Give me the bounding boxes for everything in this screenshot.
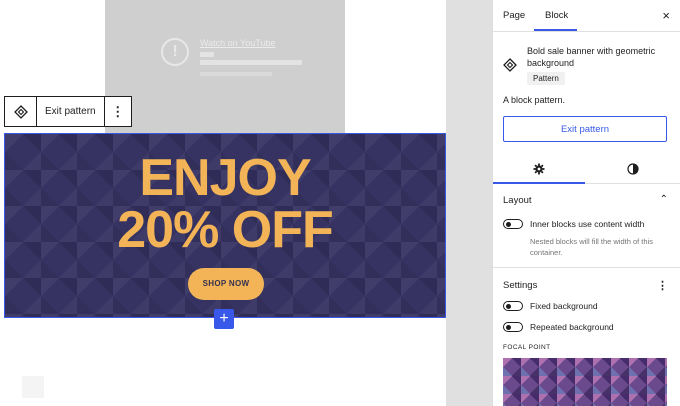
warning-icon: ! (161, 38, 189, 66)
banner-headline: ENJOY (139, 149, 311, 207)
block-toolbar: Exit pattern ⋮ (4, 96, 132, 127)
repeated-background-label: Repeated background (530, 322, 614, 332)
editor-canvas: ! Watch on YouTube Exit pattern ⋮ ENJOY … (0, 0, 492, 406)
panel-divider (493, 267, 680, 268)
exit-pattern-button[interactable]: Exit pattern (37, 97, 105, 126)
content-width-toggle-row: Inner blocks use content width (503, 219, 644, 229)
sale-banner-cover[interactable]: ENJOY 20% OFF SHOP NOW (4, 133, 446, 318)
repeated-background-toggle[interactable] (503, 322, 523, 332)
pattern-icon[interactable] (5, 97, 37, 126)
exit-pattern-button[interactable]: Exit pattern (503, 116, 667, 142)
banner-subheadline: 20% OFF (117, 201, 334, 259)
fixed-background-row: Fixed background (503, 301, 598, 311)
fixed-background-label: Fixed background (530, 301, 598, 311)
video-meta-line (200, 60, 302, 65)
sidebar-tabs: Page Block × (493, 0, 680, 32)
focal-point-picker[interactable] (503, 358, 667, 406)
repeated-background-row: Repeated background (503, 322, 614, 332)
pattern-badge: Pattern (527, 72, 565, 85)
canvas-gutter (446, 0, 492, 406)
content-width-toggle[interactable] (503, 219, 523, 229)
pattern-icon (503, 58, 519, 72)
more-vertical-icon[interactable]: ⋮ (105, 97, 131, 126)
block-description: A block pattern. (503, 95, 566, 105)
video-embed[interactable]: ! Watch on YouTube (105, 0, 345, 134)
content-width-label: Inner blocks use content width (530, 219, 645, 229)
tab-page[interactable]: Page (503, 0, 525, 31)
active-tab-indicator (534, 29, 577, 31)
content-width-help: Nested blocks will fill the width of thi… (530, 237, 653, 257)
layout-panel-heading[interactable]: Layout (503, 195, 532, 206)
gear-icon[interactable] (493, 155, 585, 183)
video-title: Watch on YouTube (200, 38, 276, 48)
video-meta-line (200, 52, 214, 57)
settings-sidebar: Page Block × Bold sale banner with geome… (492, 0, 680, 406)
video-meta-line (200, 72, 272, 76)
settings-panel-heading: Settings (503, 280, 538, 291)
shop-now-button[interactable]: SHOP NOW (188, 268, 264, 300)
settings-style-tabs (493, 155, 680, 184)
close-icon[interactable]: × (662, 0, 670, 31)
fixed-background-toggle[interactable] (503, 301, 523, 311)
contrast-icon[interactable] (587, 155, 679, 183)
more-vertical-icon[interactable]: ⋮ (657, 279, 668, 292)
block-inserter-button[interactable]: + (214, 309, 234, 329)
focal-point-label: FOCAL POINT (503, 344, 551, 351)
block-title: Bold sale banner with geometric backgrou… (527, 46, 656, 68)
tab-block[interactable]: Block (545, 0, 568, 31)
chevron-up-icon[interactable]: ⌃ (660, 194, 668, 205)
placeholder-square (22, 376, 44, 398)
block-card: Bold sale banner with geometric backgrou… (493, 32, 680, 94)
active-subtab-indicator (493, 182, 585, 184)
